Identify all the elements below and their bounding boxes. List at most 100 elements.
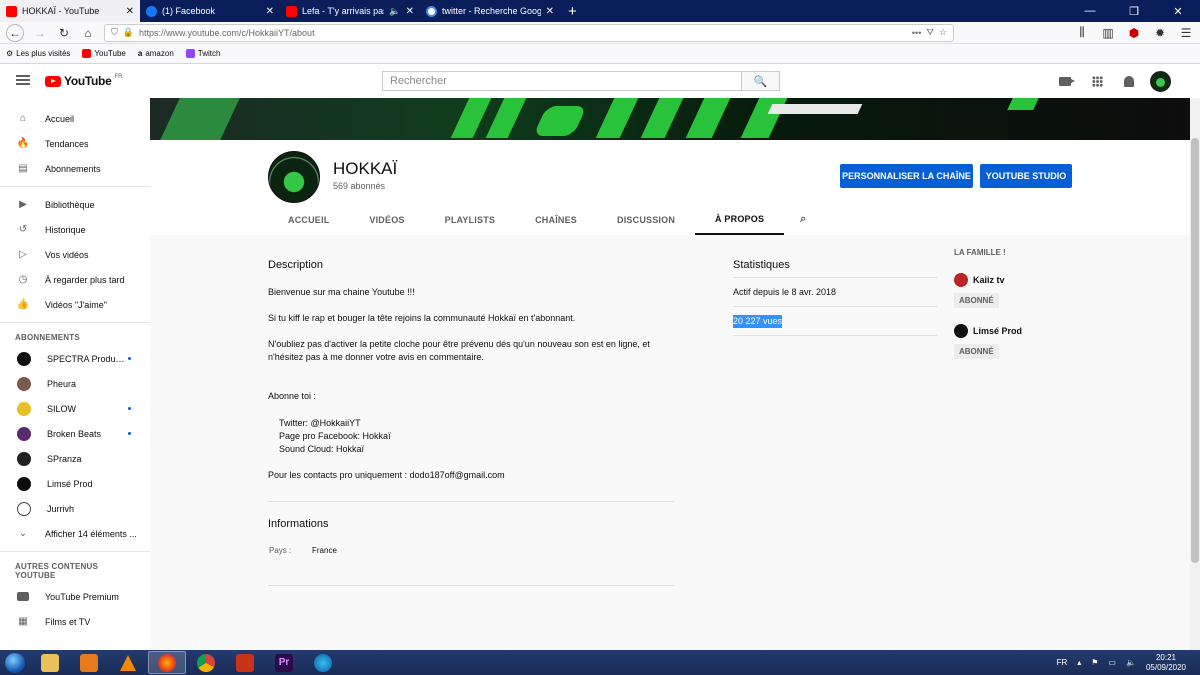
subscribed-button[interactable]: ABONNÉ [954, 293, 999, 308]
youtube-studio-button[interactable]: YOUTUBE STUDIO [980, 164, 1072, 188]
customize-channel-button[interactable]: PERSONNALISER LA CHAÎNE [840, 164, 973, 188]
sidebar-item-history[interactable]: ↺ Historique [0, 217, 150, 242]
youtube-logo[interactable]: YouTube FR [45, 74, 122, 88]
url-text[interactable]: https://www.youtube.com/c/HokkaiiYT/abou… [139, 28, 907, 38]
taskbar-media-player[interactable] [70, 651, 108, 674]
bookmark-amazon[interactable]: a amazon [138, 49, 174, 58]
flag-icon[interactable]: ⚑ [1091, 658, 1098, 667]
search-button[interactable]: 🔍 [742, 71, 780, 91]
volume-icon[interactable]: 🔈 [1126, 658, 1136, 667]
bookmark-youtube[interactable]: YouTube [82, 49, 126, 58]
close-icon[interactable]: ✕ [406, 6, 414, 17]
language-indicator[interactable]: FR [1057, 658, 1068, 667]
close-window-button[interactable]: ✕ [1156, 0, 1200, 22]
channel-avatar [17, 451, 31, 466]
channel-search-button[interactable]: ⌕ [784, 204, 822, 235]
taskbar-firefox[interactable] [148, 651, 186, 674]
start-button[interactable] [0, 650, 30, 675]
featured-channel[interactable]: Limsé Prod [954, 324, 1022, 338]
minimize-button[interactable]: — [1068, 0, 1112, 22]
new-tab-button[interactable]: + [560, 0, 585, 22]
browser-tab[interactable]: (1) Facebook ✕ [140, 0, 280, 22]
tab-home[interactable]: ACCUEIL [268, 204, 349, 235]
media-player-icon [80, 653, 98, 672]
banner-stroke [533, 106, 587, 136]
extension-icon[interactable]: ✹ [1152, 25, 1168, 41]
scrollbar[interactable] [1190, 98, 1200, 650]
back-button[interactable]: ← [6, 23, 24, 42]
featured-channel-name: Kaiiz tv [973, 275, 1005, 285]
browser-tab[interactable]: twitter - Recherche Google ✕ [420, 0, 560, 22]
url-bar[interactable]: ⛉ 🔒 https://www.youtube.com/c/HokkaiiYT/… [104, 23, 954, 42]
apps-button[interactable] [1090, 74, 1104, 88]
tab-channels[interactable]: CHAÎNES [515, 204, 597, 235]
sidebar-item-home[interactable]: ⌂ Accueil [0, 106, 150, 131]
search-input[interactable] [382, 71, 742, 91]
forward-button[interactable]: → [32, 25, 48, 41]
reload-button[interactable]: ↻ [56, 25, 72, 41]
taskbar-chrome[interactable] [187, 651, 225, 674]
sidebar-icon[interactable]: ▥ [1100, 25, 1116, 41]
scrollbar-thumb[interactable] [1191, 138, 1199, 563]
subscribed-button[interactable]: ABONNÉ [954, 344, 999, 359]
windows-icon [5, 652, 25, 673]
browser-tab[interactable]: HOKKAÏ - YouTube ✕ [0, 0, 140, 22]
home-button[interactable]: ⌂ [80, 25, 96, 41]
library-icon[interactable]: ⫼ [1074, 25, 1090, 41]
notifications-button[interactable] [1122, 74, 1136, 88]
sidebar-item-youtube-premium[interactable]: YouTube Premium [0, 584, 150, 609]
pocket-icon[interactable]: ⛛ [926, 27, 934, 38]
channel-avatar[interactable] [268, 151, 320, 203]
browser-tab[interactable]: Lefa - T'y arrivais pas (Clip 🔈 ✕ [280, 0, 420, 22]
taskbar-fl-studio[interactable] [226, 651, 264, 674]
sidebar-item-subscriptions[interactable]: ▤ Abonnements [0, 156, 150, 181]
star-icon[interactable]: ☆ [939, 27, 947, 38]
network-icon[interactable]: ▭ [1108, 658, 1116, 667]
sidebar-item-library[interactable]: ▶ Bibliothèque [0, 192, 150, 217]
tab-videos[interactable]: VIDÉOS [349, 204, 424, 235]
sidebar-item-label: Jurrivh [47, 503, 75, 514]
menu-icon[interactable]: ☰ [1178, 25, 1194, 41]
sidebar-subscription[interactable]: SPranza [0, 446, 150, 471]
sidebar-item-films[interactable]: ▦ Films et TV [0, 609, 150, 634]
sidebar-item-your-videos[interactable]: ▷ Vos vidéos [0, 242, 150, 267]
sidebar-subscription[interactable]: Broken Beats [0, 421, 150, 446]
account-avatar[interactable] [1150, 71, 1171, 92]
maximize-button[interactable]: ❐ [1112, 0, 1156, 22]
clock[interactable]: 20:21 05/09/2020 [1146, 653, 1186, 673]
speaker-icon[interactable]: 🔈 [389, 6, 400, 17]
sidebar-subscription[interactable]: SPECTRA Producti... [0, 346, 150, 371]
sidebar-item-trending[interactable]: 🔥 Tendances [0, 131, 150, 156]
tab-about[interactable]: À PROPOS [695, 204, 785, 235]
menu-icon[interactable] [16, 75, 30, 85]
more-icon[interactable]: ••• [912, 28, 921, 38]
close-icon[interactable]: ✕ [266, 6, 274, 17]
show-more-button[interactable]: ⌄ Afficher 14 éléments ... [0, 521, 150, 546]
channel-avatar [954, 324, 968, 338]
search-icon: ⌕ [800, 213, 807, 225]
create-video-button[interactable] [1058, 74, 1075, 88]
tab-playlists[interactable]: PLAYLISTS [425, 204, 515, 235]
sidebar-item-watch-later[interactable]: ◷ À regarder plus tard [0, 267, 150, 292]
taskbar-explorer[interactable] [31, 651, 69, 674]
divider [268, 501, 674, 502]
adblock-icon[interactable]: ⬢ [1126, 25, 1142, 41]
taskbar-premiere[interactable]: Pr [265, 651, 303, 674]
taskbar-vlc[interactable] [109, 651, 147, 674]
shield-icon[interactable]: ⛉ [111, 27, 118, 38]
tab-discussion[interactable]: DISCUSSION [597, 204, 695, 235]
lock-icon[interactable]: 🔒 [123, 27, 134, 38]
taskbar-edge[interactable] [304, 651, 342, 674]
bookmark-twitch[interactable]: Twitch [185, 49, 220, 58]
sidebar-subscription[interactable]: Pheura [0, 371, 150, 396]
sidebar-item-liked-videos[interactable]: 👍 Vidéos "J'aime" [0, 292, 150, 317]
sidebar-subscription[interactable]: Jurrivh [0, 496, 150, 521]
close-icon[interactable]: ✕ [126, 6, 134, 17]
featured-channel[interactable]: Kaiiz tv [954, 273, 1005, 287]
info-title: Informations [268, 518, 329, 530]
sidebar-subscription[interactable]: Limsé Prod [0, 471, 150, 496]
sidebar-subscription[interactable]: SILOW [0, 396, 150, 421]
bookmark-most-visited[interactable]: ⚙ Les plus visités [6, 49, 70, 58]
close-icon[interactable]: ✕ [546, 6, 554, 17]
expand-tray-icon[interactable]: ▴ [1077, 658, 1081, 667]
